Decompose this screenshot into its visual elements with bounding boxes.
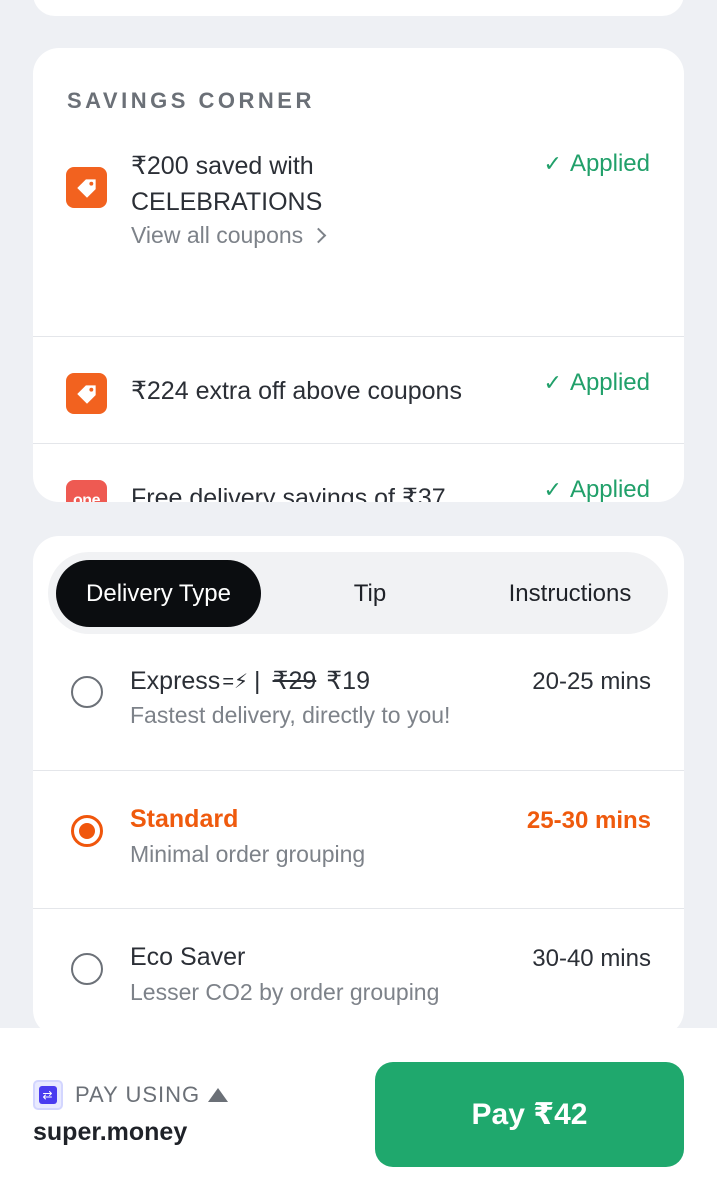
check-icon: ✓ (543, 370, 562, 395)
express-title: Express =⚡ | ₹29 ₹19 (130, 666, 370, 696)
caret-up-icon (208, 1088, 229, 1102)
standard-title: Standard (130, 805, 239, 833)
pay-using-label: PAY USING (75, 1082, 201, 1107)
radio-eco-saver[interactable] (71, 953, 103, 985)
one-badge-icon: one (66, 480, 107, 502)
checkout-page: SAVINGS CORNER ₹200 saved with CELEBRATI… (0, 0, 717, 1200)
tab-tip[interactable]: Tip (310, 560, 430, 627)
express-name: Express (130, 666, 221, 695)
standard-subtitle: Minimal order grouping (130, 841, 366, 867)
applied-status: ✓ Applied (544, 150, 651, 178)
delivery-option-express[interactable]: Express =⚡ | ₹29 ₹19 Fastest delivery, d… (33, 632, 684, 770)
savings-corner-card: SAVINGS CORNER ₹200 saved with CELEBRATI… (33, 48, 684, 502)
savings-row-extra-off: ₹224 extra off above coupons ✓ Applied (33, 336, 684, 443)
lightning-bolt-icon: =⚡ (222, 670, 249, 693)
chevron-right-icon (310, 227, 327, 244)
radio-express[interactable] (71, 676, 103, 708)
pay-using-selector[interactable]: ⇄ PAY USING (33, 1080, 229, 1110)
eco-saver-title: Eco Saver (130, 943, 246, 971)
applied-label: Applied (569, 369, 650, 396)
super-money-icon: ⇄ (33, 1080, 63, 1110)
express-subtitle: Fastest delivery, directly to you! (130, 702, 451, 728)
express-time: 20-25 mins (532, 668, 651, 695)
tab-delivery-type[interactable]: Delivery Type (56, 560, 261, 627)
check-icon: ✓ (543, 477, 562, 502)
separator: | (254, 666, 261, 695)
free-delivery-text: Free delivery savings of ₹37 (131, 484, 446, 502)
check-icon: ✓ (543, 151, 562, 176)
previous-card (33, 0, 684, 16)
view-all-coupons-label: View all coupons (131, 222, 304, 248)
express-price: ₹19 (326, 667, 370, 695)
tag-icon (66, 167, 107, 208)
savings-title: SAVINGS CORNER (67, 88, 315, 113)
eco-saver-subtitle: Lesser CO2 by order grouping (130, 979, 440, 1005)
payment-method-name[interactable]: super.money (33, 1118, 187, 1147)
standard-time: 25-30 mins (526, 807, 651, 834)
delivery-tabs: Delivery Type Tip Instructions (48, 552, 668, 634)
delivery-option-eco-saver[interactable]: Eco Saver Lesser CO2 by order grouping 3… (33, 908, 684, 1036)
eco-saver-time: 30-40 mins (532, 945, 651, 972)
savings-row-coupon: ₹200 saved with CELEBRATIONS View all co… (33, 144, 684, 336)
savings-row-free-delivery: one Free delivery savings of ₹37 ✓ Appli… (33, 443, 684, 502)
pay-bar: ⇄ PAY USING super.money Pay ₹42 (0, 1028, 717, 1200)
express-old-price: ₹29 (272, 667, 317, 695)
applied-label: Applied (569, 150, 650, 177)
applied-label: Applied (569, 476, 650, 502)
tag-icon (66, 373, 107, 414)
coupon-savings-text: ₹200 saved with CELEBRATIONS (131, 152, 323, 216)
view-all-coupons-link[interactable]: View all coupons (131, 222, 327, 249)
delivery-options-card: Delivery Type Tip Instructions Express =… (33, 536, 684, 1036)
delivery-option-standard[interactable]: Standard Minimal order grouping 25-30 mi… (33, 770, 684, 908)
super-money-glyph: ⇄ (39, 1086, 57, 1104)
extra-off-text: ₹224 extra off above coupons (131, 377, 462, 405)
applied-status: ✓ Applied (544, 369, 651, 397)
applied-status: ✓ Applied (544, 476, 651, 502)
radio-standard-selected[interactable] (71, 815, 103, 847)
tab-instructions[interactable]: Instructions (480, 560, 660, 627)
pay-button[interactable]: Pay ₹42 (375, 1062, 684, 1167)
